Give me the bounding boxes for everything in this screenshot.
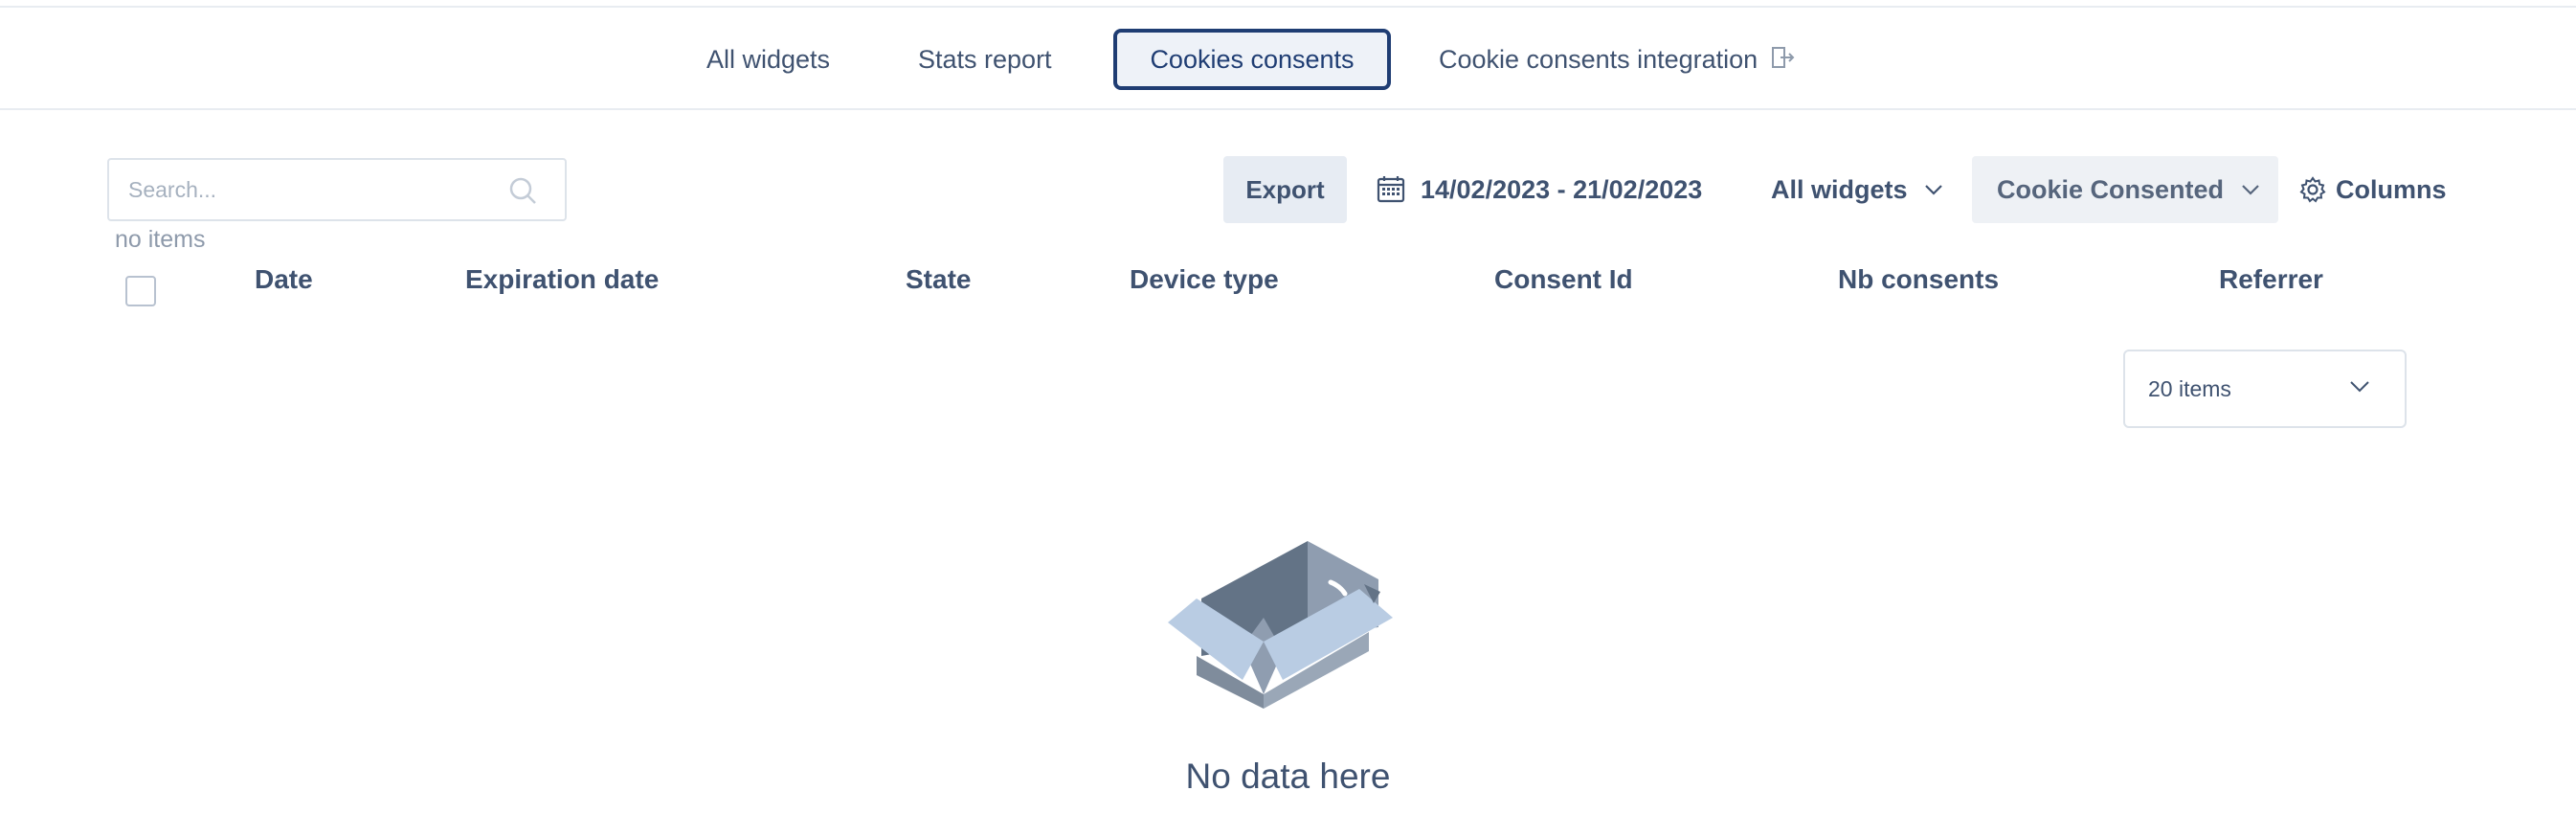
columns-label: Columns [2336,175,2447,204]
widgets-filter-dropdown[interactable]: All widgets [1771,156,1943,223]
chevron-down-icon [2241,185,2259,195]
chevron-down-icon [2350,381,2369,393]
gear-icon [2299,176,2326,203]
export-button[interactable]: Export [1223,156,1347,223]
page-size-select[interactable]: 20 items [2123,350,2407,428]
empty-state-message: No data here [1185,757,1391,796]
search-field [107,158,567,221]
table-header [0,259,2576,306]
column-header-expiration-date[interactable]: Expiration date [465,264,659,295]
empty-box-icon [1168,541,1393,709]
column-header-referrer[interactable]: Referrer [2219,264,2323,295]
state-filter-label: Cookie Consented [1997,175,2225,204]
page-size-label: 20 items [2148,376,2231,401]
column-header-device-type[interactable]: Device type [1130,264,1279,295]
chevron-down-icon [1925,185,1942,195]
column-header-state[interactable]: State [906,264,971,295]
search-icon[interactable] [507,175,538,206]
items-count: no items [115,226,206,253]
tab-bar: All widgets Stats report Cookies consent… [0,8,2576,110]
column-header-consent-id[interactable]: Consent Id [1494,264,1633,295]
tab-cookie-consents-integration[interactable]: Cookie consents integration [1439,29,1796,90]
state-filter-dropdown[interactable]: Cookie Consented [1972,156,2278,223]
select-all-checkbox[interactable] [125,276,156,306]
search-input[interactable] [128,160,492,219]
date-range-label: 14/02/2023 - 21/02/2023 [1421,175,1703,204]
tab-all-widgets[interactable]: All widgets [706,29,830,90]
tab-stats-report[interactable]: Stats report [918,29,1052,90]
tab-label: Cookie consents integration [1439,45,1758,74]
calendar-icon [1377,176,1405,203]
external-link-icon [1771,31,1796,92]
tab-cookies-consents[interactable]: Cookies consents [1113,29,1391,90]
widgets-filter-label: All widgets [1771,175,1908,204]
column-header-date[interactable]: Date [255,264,313,295]
column-header-nb-consents[interactable]: Nb consents [1838,264,1999,295]
